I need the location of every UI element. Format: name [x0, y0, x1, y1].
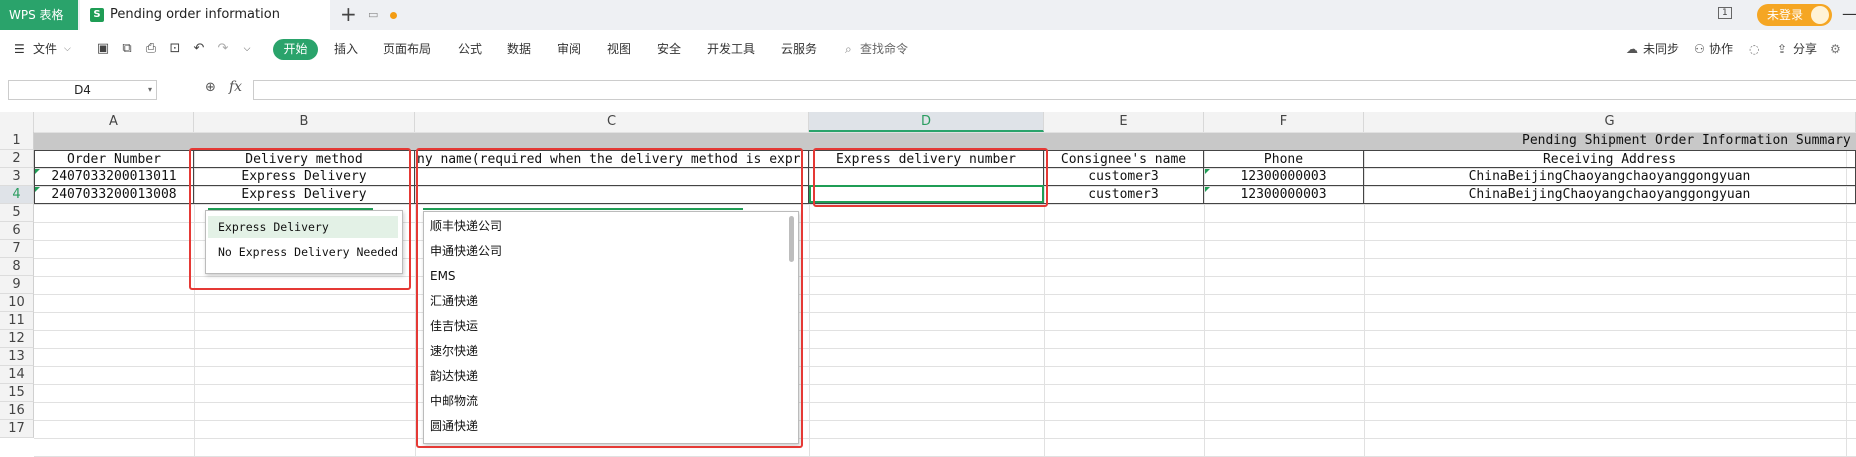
select-all-corner[interactable]	[0, 112, 34, 132]
header-cell-order-number[interactable]: Order Number	[34, 150, 194, 168]
login-button[interactable]: 未登录	[1757, 4, 1832, 26]
number-as-text-marker	[1205, 169, 1210, 174]
row-header[interactable]: 2	[0, 150, 34, 168]
menu-file[interactable]: 文件	[33, 30, 57, 68]
new-tab-button[interactable]: +	[340, 0, 357, 28]
tab-security[interactable]: 安全	[657, 30, 681, 68]
share-icon: ⇪	[1777, 42, 1788, 56]
tab-developer[interactable]: 开发工具	[707, 30, 755, 68]
share-button[interactable]: 分享	[1793, 30, 1817, 68]
print-icon[interactable]: ⎙	[144, 42, 158, 56]
row-header[interactable]: 3	[0, 168, 34, 186]
app-home-tab[interactable]: WPS 表格	[0, 0, 78, 30]
row-header[interactable]: 11	[0, 312, 34, 330]
chevron-down-icon[interactable]: ▾	[148, 81, 152, 99]
collab-button[interactable]: 协作	[1709, 30, 1733, 68]
table-cell[interactable]: 2407033200013011	[34, 168, 194, 186]
print-preview-icon[interactable]: ⊡	[168, 42, 182, 56]
spreadsheet-icon: S	[90, 8, 104, 22]
title-bar: WPS 表格 S Pending order information ▭ + 1…	[0, 0, 1856, 31]
row-header[interactable]: 1	[0, 132, 34, 150]
settings-icon[interactable]: ⚙	[1830, 30, 1841, 68]
table-cell[interactable]: ChinaBeijingChaoyangchaoyanggongyuan	[1364, 186, 1856, 204]
comment-icon[interactable]: ◌	[1749, 30, 1759, 68]
row-header[interactable]: 13	[0, 348, 34, 366]
cloud-sync-icon: ☁	[1626, 42, 1638, 56]
row-header[interactable]: 8	[0, 258, 34, 276]
table-cell[interactable]: ChinaBeijingChaoyangchaoyanggongyuan	[1364, 168, 1856, 186]
number-as-text-marker	[35, 187, 40, 192]
row-header[interactable]: 17	[0, 420, 34, 438]
annotation-box-company	[416, 148, 803, 448]
save-icon[interactable]: ▣	[96, 42, 110, 56]
column-header-e[interactable]: E	[1044, 112, 1204, 132]
row-header[interactable]: 15	[0, 384, 34, 402]
unsaved-dot-icon	[390, 12, 397, 19]
column-header-f[interactable]: F	[1204, 112, 1364, 132]
annotation-box-delivery-method	[189, 148, 411, 290]
tab-review[interactable]: 审阅	[557, 30, 581, 68]
header-cell-phone[interactable]: Phone	[1204, 150, 1364, 168]
name-box[interactable]: D4 ▾	[8, 80, 157, 100]
row-header[interactable]: 14	[0, 366, 34, 384]
export-icon[interactable]: ⧉	[120, 42, 134, 56]
header-cell-address[interactable]: Receiving Address	[1364, 150, 1856, 168]
tab-cloud[interactable]: 云服务	[781, 30, 817, 68]
fx-icon[interactable]: fx	[229, 79, 242, 95]
quick-access-more-icon[interactable]: ⌵	[240, 42, 254, 56]
chevron-down-icon[interactable]: ⌵	[64, 30, 71, 68]
column-header-d[interactable]: D	[809, 112, 1044, 132]
document-tab[interactable]: S Pending order information ▭	[80, 0, 397, 30]
number-as-text-marker	[35, 169, 40, 174]
table-cell[interactable]: customer3	[1044, 186, 1204, 204]
login-label: 未登录	[1767, 8, 1804, 22]
row-header[interactable]: 5	[0, 204, 34, 222]
tab-page-layout[interactable]: 页面布局	[383, 30, 431, 68]
row-header[interactable]: 9	[0, 276, 34, 294]
tab-data[interactable]: 数据	[507, 30, 531, 68]
avatar	[1811, 6, 1829, 24]
collab-icon: ⚇	[1694, 42, 1705, 56]
tab-formula[interactable]: 公式	[458, 30, 482, 68]
sheet-title[interactable]: Pending Shipment Order Information Summa…	[1364, 132, 1856, 150]
row-header[interactable]: 16	[0, 402, 34, 420]
row-header[interactable]: 7	[0, 240, 34, 258]
search-command[interactable]: 查找命令	[860, 30, 908, 68]
undo-icon[interactable]: ↶	[192, 42, 206, 56]
zoom-icon[interactable]: ⊕	[205, 80, 216, 95]
column-header-bar: A B C D E F G	[0, 112, 1856, 133]
hamburger-icon[interactable]: ☰	[14, 30, 25, 68]
sync-status[interactable]: 未同步	[1643, 30, 1679, 68]
row-header[interactable]: 6	[0, 222, 34, 240]
redo-icon[interactable]: ↷	[216, 42, 230, 56]
formula-input[interactable]	[253, 80, 1856, 100]
table-cell[interactable]: customer3	[1044, 168, 1204, 186]
table-cell[interactable]: 12300000003	[1204, 186, 1364, 204]
table-cell[interactable]: 12300000003	[1204, 168, 1364, 186]
tab-insert[interactable]: 插入	[334, 30, 358, 68]
column-header-a[interactable]: A	[34, 112, 194, 132]
menu-bar: ☰ 文件 ⌵ ▣ ⧉ ⎙ ⊡ ↶ ↷ ⌵ 开始 插入 页面布局 公式 数据 审阅…	[0, 30, 1856, 69]
search-icon[interactable]: ⌕	[845, 30, 852, 68]
annotation-box-express-number	[813, 148, 1048, 207]
tab-start[interactable]: 开始	[273, 39, 318, 60]
column-header-b[interactable]: B	[194, 112, 415, 132]
number-as-text-marker	[1205, 187, 1210, 192]
tab-view[interactable]: 视图	[607, 30, 631, 68]
row-header[interactable]: 4	[0, 186, 34, 204]
minimize-button[interactable]: —	[1842, 0, 1856, 28]
column-header-c[interactable]: C	[415, 112, 809, 132]
header-cell-consignee[interactable]: Consignee's name	[1044, 150, 1204, 168]
document-title: Pending order information	[110, 7, 280, 22]
row-header[interactable]: 10	[0, 294, 34, 312]
window-count-icon[interactable]: 1	[1718, 7, 1732, 19]
table-cell[interactable]: 2407033200013008	[34, 186, 194, 204]
name-box-value: D4	[74, 83, 91, 97]
monitor-icon[interactable]: ▭	[368, 0, 378, 30]
row-header[interactable]: 12	[0, 330, 34, 348]
column-header-g[interactable]: G	[1364, 112, 1856, 132]
